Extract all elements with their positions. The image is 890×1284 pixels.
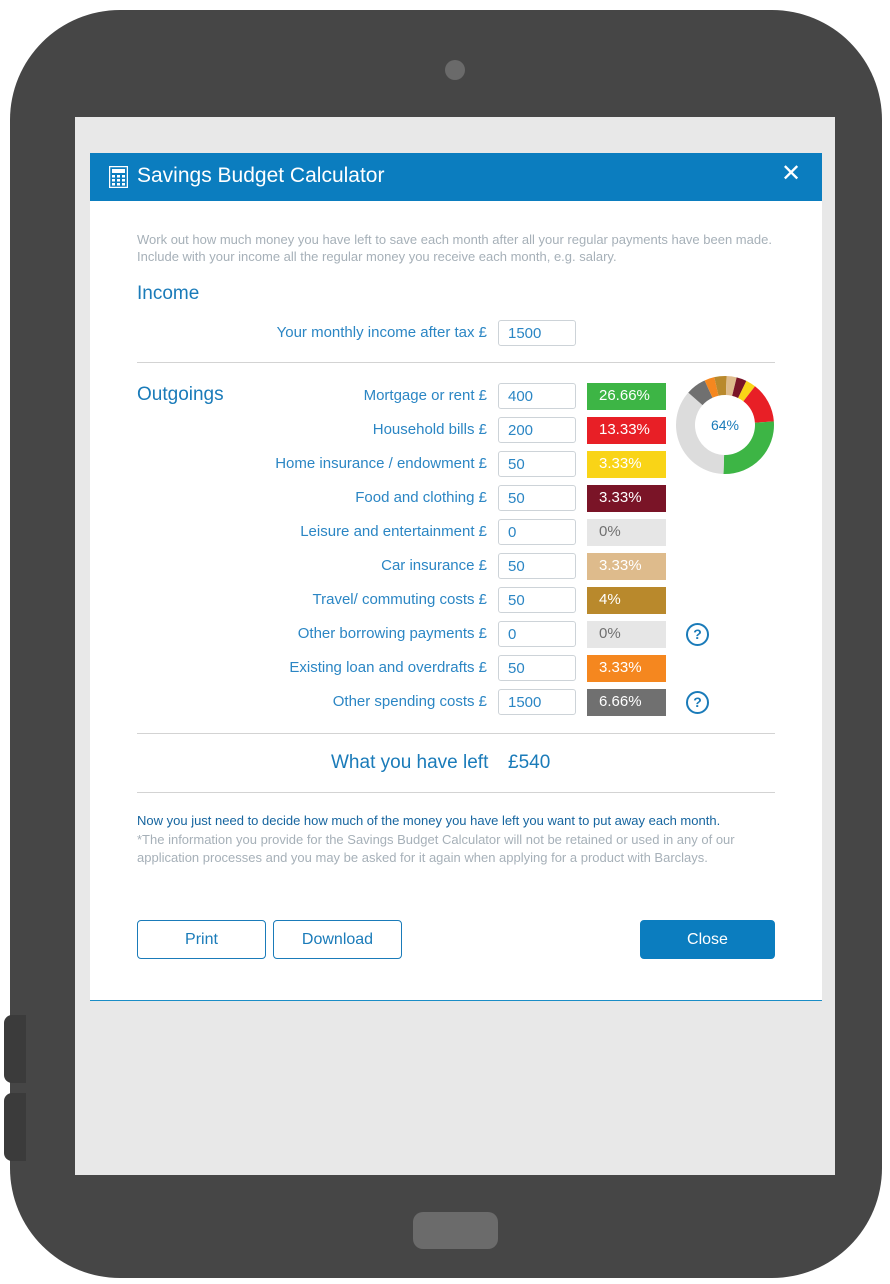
outgoing-input[interactable] xyxy=(498,587,576,613)
percentage-badge: 26.66% xyxy=(587,383,666,410)
outgoing-input[interactable] xyxy=(498,689,576,715)
disclaimer-line-2: application processes and you may be ask… xyxy=(137,850,708,865)
intro-line-2: Include with your income all the regular… xyxy=(137,249,617,264)
result-label: What you have left xyxy=(331,752,489,773)
percentage-badge: 0% xyxy=(587,519,666,546)
close-button[interactable]: Close xyxy=(640,920,775,959)
outgoing-input[interactable] xyxy=(498,451,576,477)
percentage-badge: 3.33% xyxy=(587,485,666,512)
divider xyxy=(137,733,775,734)
income-label: Your monthly income after tax £ xyxy=(276,324,487,341)
home-button[interactable] xyxy=(413,1212,498,1249)
outgoing-label: Car insurance £ xyxy=(381,557,487,574)
side-button-top[interactable] xyxy=(4,1015,26,1083)
outgoing-input[interactable] xyxy=(498,655,576,681)
modal-title: Savings Budget Calculator xyxy=(137,164,385,187)
percentage-badge: 0% xyxy=(587,621,666,648)
outgoing-label: Other spending costs £ xyxy=(332,693,487,710)
income-input[interactable] xyxy=(498,320,576,346)
percentage-badge: 3.33% xyxy=(587,451,666,478)
outgoing-label: Existing loan and overdrafts £ xyxy=(289,659,487,676)
outgoing-input[interactable] xyxy=(498,553,576,579)
income-heading: Income xyxy=(137,283,200,304)
savings-calculator-modal: Savings Budget Calculator ✕ Work out how… xyxy=(90,153,822,1001)
outgoing-input[interactable] xyxy=(498,383,576,409)
outgoing-label: Household bills £ xyxy=(372,421,487,438)
intro-text: Work out how much money you have left to… xyxy=(137,231,797,265)
print-button[interactable]: Print xyxy=(137,920,266,959)
outgoing-input[interactable] xyxy=(498,519,576,545)
side-button-bottom[interactable] xyxy=(4,1093,26,1161)
save-prompt-text: Now you just need to decide how much of … xyxy=(137,813,721,828)
outgoing-label: Home insurance / endowment £ xyxy=(275,455,487,472)
divider xyxy=(137,362,775,363)
outgoing-label: Mortgage or rent £ xyxy=(363,387,487,404)
outgoing-label: Travel/ commuting costs £ xyxy=(312,591,488,608)
percentage-badge: 3.33% xyxy=(587,553,666,580)
donut-center-label: 64% xyxy=(710,417,740,433)
close-icon[interactable]: ✕ xyxy=(780,162,802,186)
disclaimer-text: *The information you provide for the Sav… xyxy=(137,831,797,867)
modal-header: Savings Budget Calculator ✕ xyxy=(90,153,822,201)
percentage-badge: 4% xyxy=(587,587,666,614)
divider xyxy=(137,792,775,793)
outgoing-input[interactable] xyxy=(498,621,576,647)
download-button[interactable]: Download xyxy=(273,920,402,959)
outgoing-input[interactable] xyxy=(498,417,576,443)
percentage-badge: 3.33% xyxy=(587,655,666,682)
calculator-icon xyxy=(109,166,128,188)
donut-segment-remainder xyxy=(676,392,725,474)
outgoing-label: Other borrowing payments £ xyxy=(297,625,487,642)
result-value: £540 xyxy=(508,752,551,773)
percentage-badge: 13.33% xyxy=(587,417,666,444)
disclaimer-line-1: *The information you provide for the Sav… xyxy=(137,832,735,847)
percentage-badge: 6.66% xyxy=(587,689,666,716)
camera-icon xyxy=(445,60,465,80)
outgoing-label: Leisure and entertainment £ xyxy=(300,523,487,540)
outgoing-label: Food and clothing £ xyxy=(355,489,487,506)
outgoing-input[interactable] xyxy=(498,485,576,511)
help-icon[interactable]: ? xyxy=(686,691,709,714)
outgoings-heading: Outgoings xyxy=(137,384,224,405)
intro-line-1: Work out how much money you have left to… xyxy=(137,232,772,247)
help-icon[interactable]: ? xyxy=(686,623,709,646)
